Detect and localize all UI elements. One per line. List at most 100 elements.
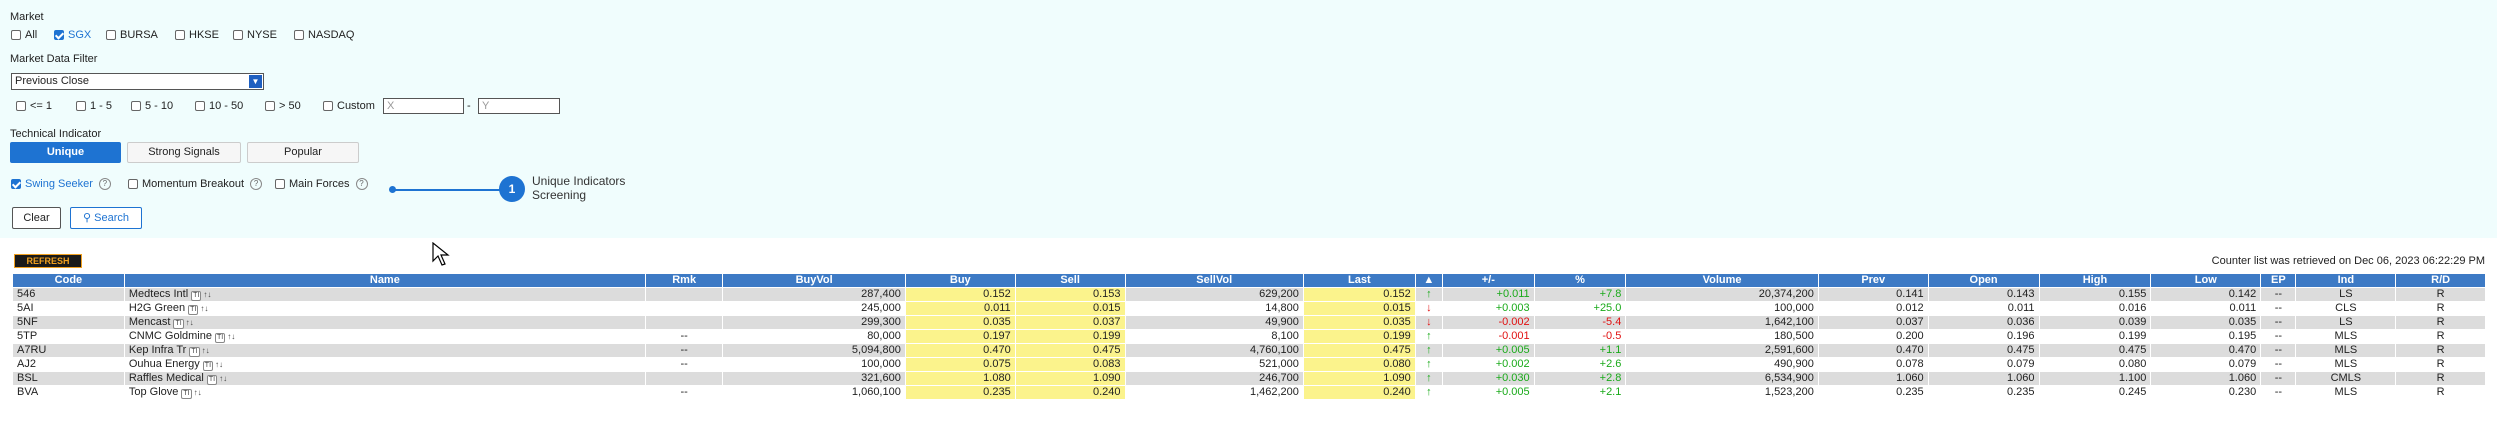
range-le1-checkbox[interactable]: <= 1 bbox=[16, 100, 52, 112]
col-name[interactable]: Name bbox=[123, 273, 646, 288]
stock-name[interactable]: Kep Infra Tr bbox=[129, 345, 186, 357]
col-direction[interactable]: ▲ bbox=[1414, 273, 1443, 288]
col-buyvol[interactable]: BuyVol bbox=[722, 273, 906, 288]
help-icon[interactable]: ? bbox=[355, 178, 368, 190]
col-change[interactable]: +/- bbox=[1441, 273, 1535, 288]
custom-y-input[interactable]: Y bbox=[478, 98, 560, 114]
col-volume[interactable]: Volume bbox=[1625, 273, 1819, 288]
stock-name[interactable]: CNMC Goldmine bbox=[129, 331, 212, 343]
table-row[interactable]: BVA Top Glove TI ↑↓ -- 1,060,100 0.235 0.240 1,4… bbox=[12, 385, 2486, 400]
checkbox-box[interactable] bbox=[106, 30, 116, 40]
ti-badge-icon[interactable]: TI bbox=[188, 305, 199, 315]
col-open[interactable]: Open bbox=[1927, 273, 2040, 288]
ti-badge-icon[interactable]: TI bbox=[206, 375, 218, 385]
stock-name[interactable]: Ouhua Energy bbox=[129, 359, 200, 371]
cell-name[interactable]: H2G Green TI ↑↓ bbox=[123, 301, 646, 316]
col-last[interactable]: Last bbox=[1302, 273, 1416, 288]
ti-badge-icon[interactable]: TI bbox=[181, 389, 192, 399]
table-row[interactable]: 546 Medtecs Intl TI ↑↓ 287,400 0.152 0.153 629,… bbox=[12, 287, 2486, 302]
col-low[interactable]: Low bbox=[2150, 273, 2262, 288]
cell-code[interactable]: A7RU bbox=[12, 343, 125, 358]
checkbox-box[interactable] bbox=[16, 101, 26, 111]
chart-icon[interactable]: ↑↓ bbox=[219, 373, 227, 385]
cell-code[interactable]: 5NF bbox=[12, 315, 125, 330]
col-code[interactable]: Code bbox=[12, 273, 125, 288]
table-row[interactable]: AJ2 Ouhua Energy TI ↑↓ -- 100,000 0.075 0.083 52… bbox=[12, 357, 2486, 372]
checkbox-box[interactable] bbox=[294, 30, 304, 40]
col-sell[interactable]: Sell bbox=[1014, 273, 1126, 288]
cell-name[interactable]: Ouhua Energy TI ↑↓ bbox=[123, 357, 646, 372]
cell-name[interactable]: Top Glove TI ↑↓ bbox=[123, 385, 646, 400]
checkbox-box[interactable] bbox=[195, 101, 205, 111]
chart-icon[interactable]: ↑↓ bbox=[203, 289, 211, 301]
ti-badge-icon[interactable]: TI bbox=[215, 333, 226, 343]
range-10-50-checkbox[interactable]: 10 - 50 bbox=[195, 100, 243, 112]
checkbox-box[interactable] bbox=[11, 179, 21, 189]
cell-name[interactable]: Medtecs Intl TI ↑↓ bbox=[123, 287, 646, 302]
range-1-5-checkbox[interactable]: 1 - 5 bbox=[76, 100, 112, 112]
chart-icon[interactable]: ↑↓ bbox=[227, 331, 235, 343]
chart-icon[interactable]: ↑↓ bbox=[200, 303, 208, 315]
col-ep[interactable]: EP bbox=[2260, 273, 2297, 288]
ti-badge-icon[interactable]: TI bbox=[191, 291, 202, 301]
checkbox-box[interactable] bbox=[265, 101, 275, 111]
table-row[interactable]: 5AI H2G Green TI ↑↓ 245,000 0.011 0.015 14,800 0… bbox=[12, 301, 2486, 316]
cell-name[interactable]: Mencast TI ↑↓ bbox=[123, 315, 646, 330]
col-high[interactable]: High bbox=[2038, 273, 2152, 288]
checkbox-box[interactable] bbox=[275, 179, 285, 189]
cell-code[interactable]: AJ2 bbox=[12, 357, 125, 372]
stock-name[interactable]: H2G Green bbox=[129, 303, 185, 315]
ti-badge-icon[interactable]: TI bbox=[173, 319, 184, 329]
cell-code[interactable]: 5AI bbox=[12, 301, 125, 316]
market-data-select[interactable]: Previous Close ▼ bbox=[11, 73, 264, 90]
checkbox-box[interactable] bbox=[11, 30, 21, 40]
stock-name[interactable]: Raffles Medical bbox=[129, 373, 204, 385]
cell-name[interactable]: CNMC Goldmine TI ↑↓ bbox=[123, 329, 646, 344]
stock-name[interactable]: Top Glove bbox=[129, 387, 179, 399]
checkbox-box[interactable] bbox=[76, 101, 86, 111]
checkbox-box[interactable] bbox=[128, 179, 138, 189]
stock-name[interactable]: Medtecs Intl bbox=[129, 289, 188, 301]
chart-icon[interactable]: ↑↓ bbox=[194, 387, 202, 399]
market-nasdaq-checkbox[interactable]: NASDAQ bbox=[294, 29, 354, 41]
indicator-main-forces-checkbox[interactable]: Main Forces? bbox=[275, 178, 368, 190]
chevron-down-icon[interactable]: ▼ bbox=[249, 75, 262, 88]
market-nyse-checkbox[interactable]: NYSE bbox=[233, 29, 277, 41]
range-5-10-checkbox[interactable]: 5 - 10 bbox=[131, 100, 173, 112]
chart-icon[interactable]: ↑↓ bbox=[215, 359, 223, 371]
table-row[interactable]: BSL Raffles Medical TI ↑↓ 321,600 1.080 1.090 2… bbox=[12, 371, 2486, 386]
cell-name[interactable]: Raffles Medical TI ↑↓ bbox=[123, 371, 646, 386]
market-hkse-checkbox[interactable]: HKSE bbox=[175, 29, 219, 41]
market-sgx-checkbox[interactable]: SGX bbox=[54, 29, 91, 41]
cell-code[interactable]: BSL bbox=[12, 371, 125, 386]
tab-popular[interactable]: Popular bbox=[247, 142, 359, 163]
cell-code[interactable]: 5TP bbox=[12, 329, 125, 344]
cell-code[interactable]: BVA bbox=[12, 385, 125, 400]
indicator-momentum-breakout-checkbox[interactable]: Momentum Breakout? bbox=[128, 178, 263, 190]
help-icon[interactable]: ? bbox=[250, 178, 263, 190]
col-sellvol[interactable]: SellVol bbox=[1124, 273, 1304, 288]
checkbox-box[interactable] bbox=[175, 30, 185, 40]
checkbox-box[interactable] bbox=[131, 101, 141, 111]
tab-unique[interactable]: Unique bbox=[10, 142, 121, 163]
indicator-swing-seeker-checkbox[interactable]: Swing Seeker? bbox=[11, 178, 111, 190]
col-rd[interactable]: R/D bbox=[2395, 273, 2486, 288]
cell-code[interactable]: 546 bbox=[12, 287, 125, 302]
stock-name[interactable]: Mencast bbox=[129, 317, 171, 329]
cell-name[interactable]: Kep Infra Tr TI ↑↓ bbox=[123, 343, 646, 358]
col-percent[interactable]: % bbox=[1533, 273, 1627, 288]
table-row[interactable]: 5TP CNMC Goldmine TI ↑↓ -- 80,000 0.197 0.199 8,… bbox=[12, 329, 2486, 344]
custom-x-input[interactable]: X bbox=[383, 98, 464, 114]
ti-badge-icon[interactable]: TI bbox=[202, 361, 214, 371]
table-row[interactable]: A7RU Kep Infra Tr TI ↑↓ -- 5,094,800 0.470 0.47… bbox=[12, 343, 2486, 358]
clear-button[interactable]: Clear bbox=[12, 207, 61, 229]
ti-badge-icon[interactable]: TI bbox=[189, 347, 200, 357]
col-ind[interactable]: Ind bbox=[2295, 273, 2397, 288]
chart-icon[interactable]: ↑↓ bbox=[202, 345, 210, 357]
checkbox-box[interactable] bbox=[323, 101, 333, 111]
col-prev[interactable]: Prev bbox=[1817, 273, 1929, 288]
help-icon[interactable]: ? bbox=[98, 178, 111, 190]
market-bursa-checkbox[interactable]: BURSA bbox=[106, 29, 158, 41]
col-buy[interactable]: Buy bbox=[904, 273, 1016, 288]
tab-strong-signals[interactable]: Strong Signals bbox=[127, 142, 241, 163]
